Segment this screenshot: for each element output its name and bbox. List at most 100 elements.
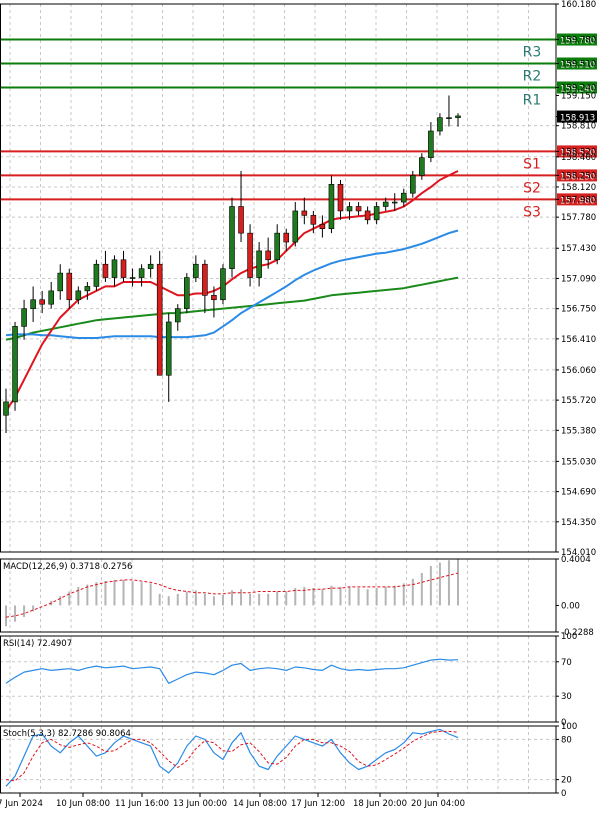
time-axis: 7 Jun 2024 10 Jun 08:00 11 Jun 16:00 13 Jun…	[0, 793, 465, 809]
price-tick-label: 157.430	[561, 244, 596, 254]
stoch-tick-label: 0	[561, 789, 566, 799]
indicator-titles: MACD(12,26,9) 0.3718 0.2756 RSI(14) 72.49…	[3, 562, 132, 739]
candle-body	[355, 206, 362, 212]
rsi-tick-label: 30	[561, 692, 572, 702]
candle-body	[120, 259, 127, 278]
candle-body	[283, 232, 290, 243]
candle-body	[184, 277, 190, 309]
price-tick-label: 155.030	[561, 457, 596, 467]
candle-body	[373, 206, 380, 221]
candle-body	[247, 232, 253, 278]
candle-body	[391, 201, 398, 204]
price-tick-label: 158.250	[561, 171, 596, 181]
candle-body	[84, 286, 91, 292]
grid	[0, 3, 556, 793]
price-tick-label: 155.720	[561, 396, 596, 406]
candle-body	[93, 263, 100, 287]
price-tick-label: 156.060	[561, 366, 596, 376]
level-label-s1: S1	[523, 156, 541, 172]
candle-body	[382, 201, 389, 207]
candle-body	[301, 210, 308, 216]
candle-body	[319, 223, 326, 230]
candle-body	[156, 263, 163, 376]
candle-body	[165, 321, 172, 376]
current-price-text: 158.913	[560, 114, 595, 124]
candle-body	[211, 295, 217, 301]
price-tick-label: 160.180	[561, 0, 596, 10]
stoch-tick-label: 100	[561, 722, 577, 732]
candle-body	[238, 206, 244, 234]
time-tick-label: 20 Jun 04:00	[411, 799, 465, 809]
candle-body	[364, 210, 371, 221]
candle-body	[274, 232, 280, 261]
candle-body	[446, 117, 452, 119]
price-tick-label: 156.410	[561, 335, 596, 345]
candle-body	[174, 308, 181, 323]
pivot-levels: R3159.780R2159.510R1159.240S1158.520S215…	[0, 33, 597, 220]
stoch-tick-label: 20	[561, 776, 572, 786]
macd-tick-label: 0.4004	[561, 555, 591, 565]
price-tick-label: 159.150	[561, 91, 596, 101]
price-axis: 160.180159.780159.510159.240159.150158.9…	[556, 0, 597, 799]
candle-body	[292, 210, 299, 243]
price-tick-label: 159.780	[561, 36, 596, 46]
panel-frames	[0, 3, 557, 794]
time-tick-label: 7 Jun 2024	[0, 799, 43, 809]
price-tick-label: 158.460	[561, 153, 596, 163]
candle-body	[75, 290, 82, 301]
time-tick-label: 17 Jun 12:00	[291, 799, 345, 809]
time-tick-label: 13 Jun 00:00	[173, 799, 227, 809]
candle-body	[3, 401, 9, 416]
chart-canvas[interactable]: R3159.780R2159.510R1159.240S1158.520S215…	[0, 0, 600, 813]
candle-body	[30, 299, 36, 309]
time-tick-label: 18 Jun 20:00	[353, 799, 407, 809]
time-tick-label: 14 Jun 08:00	[233, 799, 287, 809]
price-tick-label: 154.690	[561, 488, 596, 498]
price-tick-label: 157.090	[561, 274, 596, 284]
price-tick-label: 154.350	[561, 518, 596, 528]
candle-body	[346, 206, 353, 212]
price-tick-label: 158.120	[561, 183, 596, 193]
candle-body	[12, 326, 18, 403]
price-tick-label: 156.750	[561, 305, 596, 315]
rsi-line	[5, 658, 459, 684]
stoch-tick-label: 80	[561, 735, 572, 745]
level-label-r3: R3	[523, 45, 542, 61]
candles	[3, 95, 461, 433]
candle-body	[138, 268, 145, 278]
macd-tick-label: 0.00	[561, 601, 580, 611]
rsi-tick-label: 70	[561, 658, 572, 668]
candle-body	[310, 215, 317, 225]
candle-body	[455, 115, 461, 118]
candle-body	[66, 272, 73, 301]
candle-body	[129, 277, 136, 279]
time-tick-label: 11 Jun 16:00	[115, 799, 169, 809]
level-label-r1: R1	[523, 92, 542, 108]
rsi-panel	[0, 658, 556, 697]
candle-body	[57, 272, 64, 292]
candle-body	[428, 130, 434, 158]
candle-body	[419, 157, 425, 176]
price-tick-label: 157.780	[561, 213, 596, 223]
macd-title: MACD(12,26,9) 0.3718 0.2756	[3, 562, 132, 572]
candle-body	[265, 250, 271, 261]
candle-body	[147, 263, 154, 269]
price-tick-label: 155.380	[561, 426, 596, 436]
level-label-r2: R2	[523, 69, 542, 85]
candle-body	[400, 192, 407, 203]
candle-body	[229, 206, 235, 269]
candle-body	[102, 263, 109, 278]
trading-chart[interactable]: R3 159.780 R2 159.510 R1 159.240 S1 158.520 S2 15…	[0, 0, 600, 813]
rsi-title: RSI(14) 72.4907	[3, 639, 72, 649]
candle-body	[48, 290, 54, 305]
candle-body	[328, 183, 335, 230]
candle-body	[337, 183, 344, 212]
rsi-tick-label: 100	[561, 632, 577, 642]
candle-body	[437, 117, 443, 132]
candle-body	[256, 250, 262, 278]
candle-body	[39, 299, 45, 305]
candle-body	[220, 268, 226, 301]
candle-body	[111, 259, 118, 278]
level-label-s3: S3	[523, 204, 541, 220]
time-tick-label: 10 Jun 08:00	[56, 799, 110, 809]
